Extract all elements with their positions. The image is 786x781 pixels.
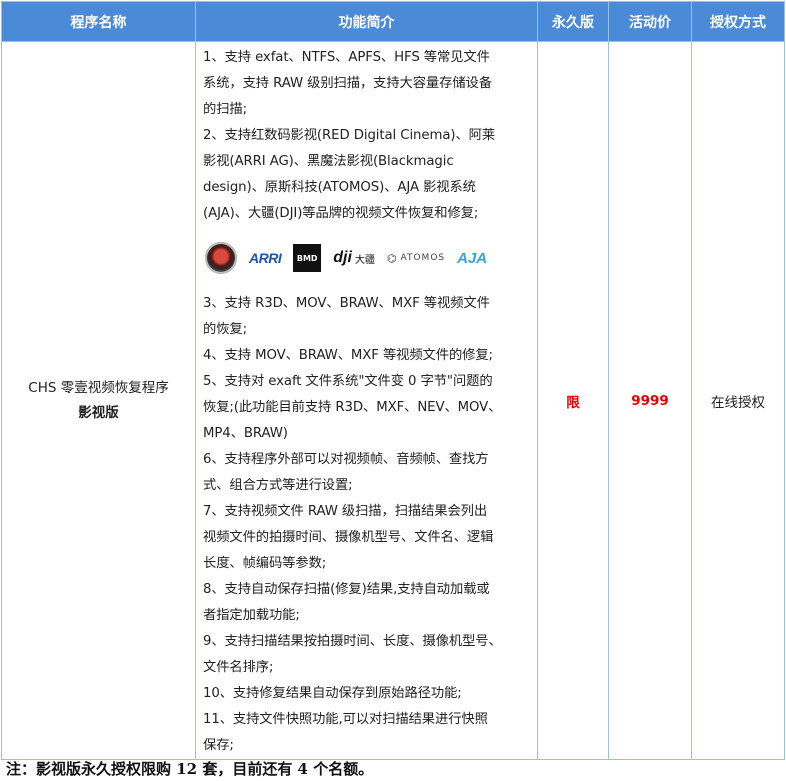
product-table: 程序名称 功能简介 永久版 活动价 授权方式 CHS 零壹视频恢复程序 影视版 … [1,1,785,760]
purchase-note: 注：影视版永久授权限购 12 套，目前还有 4 个名额。 [6,760,374,778]
red-digital-cinema-logo [205,242,237,274]
feature-line: 7、支持视频文件 RAW 级扫描，扫描结果会列出 [203,504,488,519]
feature-line: 8、支持自动保存扫描(修复)结果,支持自动加载或 [203,582,490,597]
blackmagic-logo: BMD [293,244,322,272]
feature-line: 4、支持 MOV、BRAW、MXF 等视频文件的修复; [203,348,493,363]
license-cell: 在线授权 [691,41,785,760]
feature-line: 1、支持 exfat、NTFS、APFS、HFS 等常见文件 [203,50,490,65]
header-price: 活动价 [608,1,692,42]
feature-line: 文件名排序; [203,660,274,675]
atomos-logo: ⌬ ATOMOS [386,251,446,265]
header-permanent: 永久版 [537,1,609,42]
feature-line: 影视(ARRI AG)、黑魔法影视(Blackmagic [203,154,454,169]
feature-line: 视频文件的拍摄时间、摄像机型号、文件名、逻辑 [203,530,494,545]
program-name: CHS 零壹视频恢复程序 [28,379,169,396]
feature-line: 6、支持程序外部可以对视频帧、音频帧、查找方 [203,452,489,467]
program-edition: 影视版 [78,404,119,421]
brand-logos: ARRI BMD dji 大疆 ⌬ ATOMOS AJA [203,231,531,285]
feature-line: (AJA)、大疆(DJI)等品牌的视频文件恢复和修复; [203,206,479,221]
header-program-name: 程序名称 [1,1,196,42]
feature-line: 系统，支持 RAW 级别扫描，支持大容量存储设备 [203,76,492,91]
feature-line: 10、支持修复结果自动保存到原始路径功能; [203,686,462,701]
arri-logo: ARRI [249,250,282,266]
feature-line: 的扫描; [203,102,247,117]
dji-logo: dji 大疆 [333,249,375,266]
features-cell: 1、支持 exfat、NTFS、APFS、HFS 等常见文件 系统，支持 RAW … [195,41,538,760]
features-list-top: 1、支持 exfat、NTFS、APFS、HFS 等常见文件 系统，支持 RAW … [203,45,531,227]
feature-line: 9、支持扫描结果按拍摄时间、长度、摄像机型号、 [203,634,502,649]
permanent-cell: 限 [537,41,609,760]
table-header-row: 程序名称 功能简介 永久版 活动价 授权方式 [1,1,785,42]
feature-line: 的恢复; [203,322,247,337]
header-features: 功能简介 [195,1,538,42]
feature-line: 式、组合方式等进行设置; [203,478,353,493]
price-cell: 9999 [608,41,692,760]
feature-line: 者指定加载功能; [203,608,300,623]
feature-line: 3、支持 R3D、MOV、BRAW、MXF 等视频文件 [203,296,490,311]
feature-line: 保存; [203,738,234,753]
feature-line: MP4、BRAW) [203,426,288,441]
feature-line: 长度、帧编码等参数; [203,556,327,571]
header-license: 授权方式 [691,1,785,42]
atomos-icon: ⌬ [386,251,398,265]
aja-logo: AJA [457,249,488,267]
feature-line: 11、支持文件快照功能,可以对扫描结果进行快照 [203,712,488,727]
feature-line: 2、支持红数码影视(RED Digital Cinema)、阿莱 [203,128,496,143]
features-list-bottom: 3、支持 R3D、MOV、BRAW、MXF 等视频文件 的恢复; 4、支持 MOV、… [203,291,531,759]
feature-line: 恢复;(此功能目前支持 R3D、MXF、NEV、MOV、 [203,400,502,415]
feature-line: design)、原斯科技(ATOMOS)、AJA 影视系统 [203,180,476,195]
feature-line: 5、支持对 exaft 文件系统"文件变 0 字节"问题的 [203,374,493,389]
program-name-cell: CHS 零壹视频恢复程序 影视版 [1,41,196,760]
table-row: CHS 零壹视频恢复程序 影视版 1、支持 exfat、NTFS、APFS、HF… [1,41,785,760]
